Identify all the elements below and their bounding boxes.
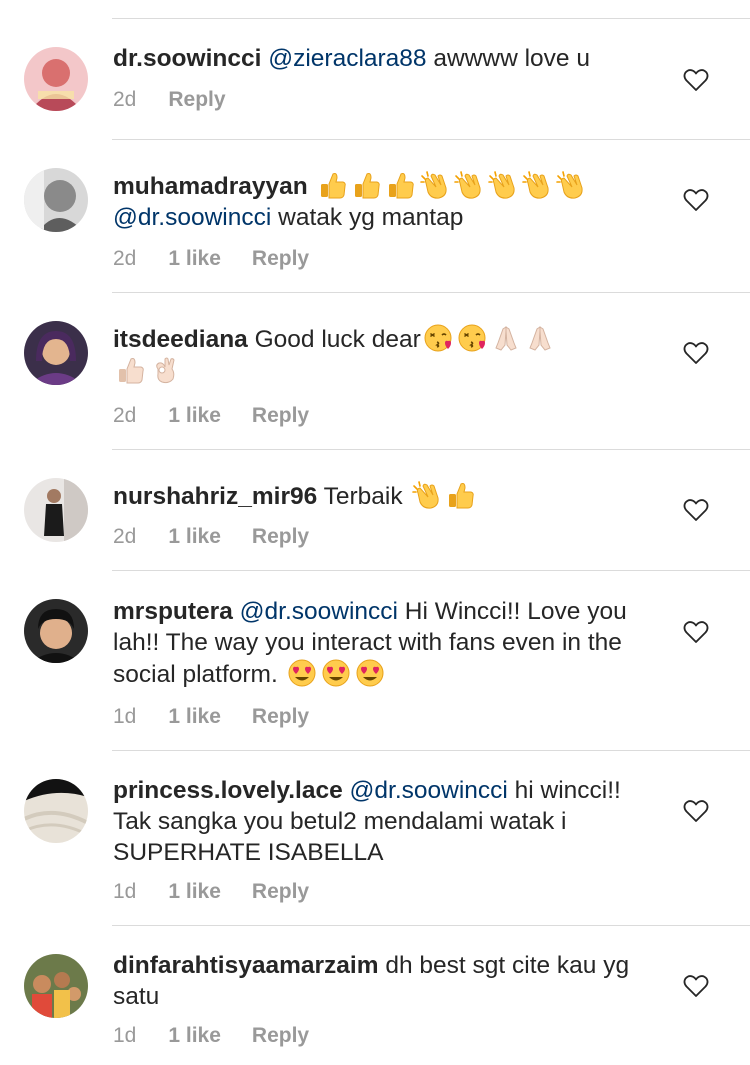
heart-outline-icon[interactable] <box>683 68 709 92</box>
likes-count[interactable]: 1 like <box>168 244 221 274</box>
thumbs-up-emoji <box>115 355 145 385</box>
avatar[interactable] <box>24 321 88 385</box>
heart-eyes-emoji <box>355 658 385 688</box>
clapping-hands-emoji <box>521 170 551 200</box>
username[interactable]: dr.soowincci <box>113 45 261 72</box>
clapping-hands-emoji <box>487 170 517 200</box>
likes-count[interactable]: 1 like <box>168 877 221 907</box>
comment-timestamp: 2d <box>113 404 137 427</box>
comment-divider <box>112 750 750 751</box>
comment-timestamp: 1d <box>113 1024 137 1047</box>
heart-outline-icon[interactable] <box>683 188 709 212</box>
comment-text: watak yg mantap <box>271 204 464 231</box>
comment-timestamp: 1d <box>113 880 137 903</box>
heart-outline-icon[interactable] <box>683 974 709 998</box>
avatar[interactable] <box>24 779 88 843</box>
comment-divider <box>112 139 750 140</box>
reply-button[interactable]: Reply <box>252 877 309 907</box>
avatar[interactable] <box>24 599 88 663</box>
username[interactable]: itsdeediana <box>113 326 248 353</box>
comment-text: Terbaik <box>317 483 410 510</box>
emoji-group <box>421 323 557 353</box>
likes-count[interactable]: 1 like <box>168 1021 221 1051</box>
comment-text: awwww love u <box>426 45 590 72</box>
heart-outline-icon[interactable] <box>683 498 709 522</box>
avatar[interactable] <box>24 47 88 111</box>
heart-eyes-emoji <box>287 658 317 688</box>
comment-divider <box>112 449 750 450</box>
username[interactable]: dinfarahtisyaamarzaim <box>113 952 379 979</box>
comment-timestamp: 2d <box>113 88 137 111</box>
face-blowing-kiss-emoji <box>457 323 487 353</box>
folded-hands-emoji <box>491 323 521 353</box>
emoji-group <box>113 355 181 385</box>
emoji-group <box>409 480 477 510</box>
username[interactable]: muhamadrayyan <box>113 173 308 200</box>
thumbs-up-emoji <box>385 170 415 200</box>
ok-hand-emoji <box>149 355 179 385</box>
clapping-hands-emoji <box>419 170 449 200</box>
avatar[interactable] <box>24 954 88 1018</box>
reply-button[interactable]: Reply <box>168 85 225 115</box>
heart-outline-icon[interactable] <box>683 799 709 823</box>
avatar[interactable] <box>24 168 88 232</box>
comment-divider <box>112 925 750 926</box>
clapping-hands-emoji <box>411 480 441 510</box>
comment-timestamp: 2d <box>113 247 137 270</box>
heart-outline-icon[interactable] <box>683 620 709 644</box>
comment-divider <box>112 292 750 293</box>
comment-divider <box>112 570 750 571</box>
reply-button[interactable]: Reply <box>252 401 309 431</box>
likes-count[interactable]: 1 like <box>168 702 221 732</box>
likes-count[interactable]: 1 like <box>168 522 221 552</box>
reply-button[interactable]: Reply <box>252 244 309 274</box>
mention-link[interactable]: @dr.soowincci <box>350 777 508 804</box>
top-divider <box>112 18 750 19</box>
heart-outline-icon[interactable] <box>683 341 709 365</box>
clapping-hands-emoji <box>453 170 483 200</box>
face-blowing-kiss-emoji <box>423 323 453 353</box>
username[interactable]: mrsputera <box>113 598 233 625</box>
likes-count[interactable]: 1 like <box>168 401 221 431</box>
emoji-group <box>315 170 587 200</box>
comment-text: Good luck dear <box>247 326 421 353</box>
heart-eyes-emoji <box>321 658 351 688</box>
reply-button[interactable]: Reply <box>252 1021 309 1051</box>
thumbs-up-emoji <box>445 480 475 510</box>
clapping-hands-emoji <box>555 170 585 200</box>
reply-button[interactable]: Reply <box>252 702 309 732</box>
avatar[interactable] <box>24 478 88 542</box>
thumbs-up-emoji <box>317 170 347 200</box>
emoji-group <box>285 658 387 688</box>
reply-button[interactable]: Reply <box>252 522 309 552</box>
username[interactable]: nurshahriz_mir96 <box>113 483 317 510</box>
folded-hands-emoji <box>525 323 555 353</box>
username[interactable]: princess.lovely.lace <box>113 777 343 804</box>
mention-link[interactable]: @dr.soowincci <box>240 598 398 625</box>
mention-link[interactable]: @dr.soowincci <box>113 204 271 231</box>
comment-timestamp: 1d <box>113 705 137 728</box>
mention-link[interactable]: @zieraclara88 <box>268 45 426 72</box>
thumbs-up-emoji <box>351 170 381 200</box>
comment-timestamp: 2d <box>113 525 137 548</box>
